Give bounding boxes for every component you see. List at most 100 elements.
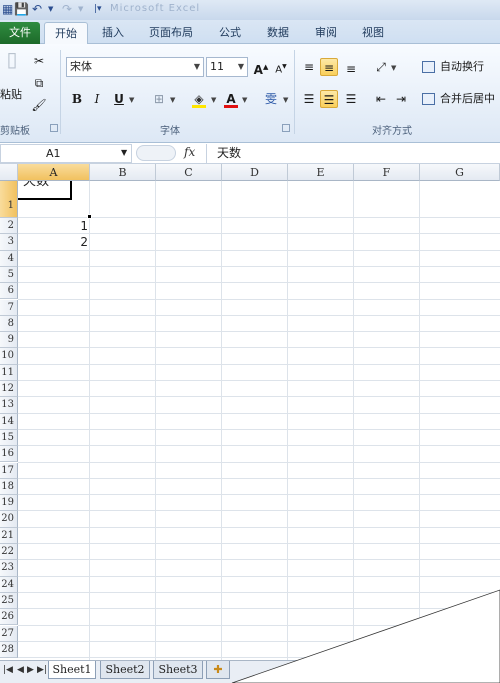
prev-sheet-icon[interactable]: ◀: [17, 665, 24, 675]
row-header[interactable]: 12: [0, 381, 18, 398]
row-header[interactable]: 7: [0, 299, 18, 316]
row-header[interactable]: 2: [0, 218, 18, 235]
row-header[interactable]: 1: [0, 181, 18, 218]
tab-review[interactable]: 审阅: [305, 24, 347, 44]
row-header[interactable]: 28: [0, 641, 18, 659]
row-header[interactable]: 27: [0, 625, 18, 642]
copy-icon[interactable]: ⧉: [30, 74, 48, 92]
fill-color-icon[interactable]: ◈: [190, 90, 208, 108]
next-sheet-icon[interactable]: ▶: [27, 665, 34, 675]
row-header[interactable]: 8: [0, 315, 18, 333]
column-header-f[interactable]: F: [354, 164, 420, 181]
underline-dropdown-icon[interactable]: ▼: [129, 96, 134, 104]
borders-icon[interactable]: ⊞: [150, 90, 168, 108]
phonetic-guide-icon[interactable]: 雯: [262, 90, 280, 108]
select-all-corner[interactable]: [0, 164, 18, 181]
borders-dropdown-icon[interactable]: ▼: [170, 96, 175, 104]
row-header[interactable]: 11: [0, 364, 18, 381]
sheet-tab-sheet1[interactable]: Sheet1: [48, 661, 96, 679]
row-header[interactable]: 25: [0, 592, 18, 610]
formula-input[interactable]: 天数: [206, 144, 500, 163]
row-header[interactable]: 3: [0, 234, 18, 251]
qat-dropdown-icon[interactable]: |▾: [94, 2, 102, 17]
sheet-tab-sheet2[interactable]: Sheet2: [100, 661, 150, 679]
align-center-icon[interactable]: ☰: [320, 90, 338, 108]
row-header[interactable]: 6: [0, 283, 18, 300]
increase-indent-icon[interactable]: ⇥: [392, 90, 410, 108]
column-header-d[interactable]: D: [222, 164, 288, 181]
cut-icon[interactable]: ✂: [30, 52, 48, 70]
row-header[interactable]: 21: [0, 527, 18, 544]
tab-formulas[interactable]: 公式: [210, 24, 250, 44]
row-header[interactable]: 16: [0, 446, 18, 463]
align-middle-icon[interactable]: ≡: [320, 58, 338, 76]
font-name-select[interactable]: 宋体 ▼: [66, 57, 204, 77]
column-header-a[interactable]: A: [18, 164, 90, 181]
insert-sheet-icon[interactable]: ✚: [206, 661, 230, 679]
row-header[interactable]: 23: [0, 560, 18, 577]
row-header[interactable]: 10: [0, 348, 18, 365]
tab-data[interactable]: 数据: [257, 24, 299, 44]
column-header-c[interactable]: C: [156, 164, 222, 181]
row-header[interactable]: 26: [0, 609, 18, 626]
undo-icon[interactable]: ↶: [32, 2, 42, 17]
column-header-g[interactable]: G: [420, 164, 500, 181]
tab-file[interactable]: 文件: [0, 22, 40, 44]
row-header[interactable]: 14: [0, 413, 18, 430]
tab-page-layout[interactable]: 页面布局: [140, 24, 202, 44]
decrease-indent-icon[interactable]: ⇤: [372, 90, 390, 108]
font-color-dropdown-icon[interactable]: ▼: [242, 96, 247, 104]
increase-font-size-button[interactable]: A▲: [252, 58, 270, 77]
cell-a3[interactable]: 2: [18, 234, 88, 250]
undo-dropdown-icon[interactable]: ▼: [48, 2, 53, 17]
save-icon[interactable]: 💾: [14, 2, 29, 17]
paste-button-label[interactable]: 粘贴: [0, 86, 22, 102]
name-box[interactable]: A1 ▼: [0, 144, 132, 163]
row-header[interactable]: 5: [0, 266, 18, 284]
redo-icon[interactable]: ↷: [62, 2, 72, 17]
row-header[interactable]: 20: [0, 511, 18, 528]
fill-color-dropdown-icon[interactable]: ▼: [211, 96, 216, 104]
bold-button[interactable]: B: [68, 90, 86, 108]
insert-function-icon[interactable]: fx: [184, 145, 195, 159]
row-header[interactable]: 9: [0, 332, 18, 349]
paste-icon[interactable]: ▯: [0, 49, 24, 86]
tab-home[interactable]: 开始: [44, 22, 88, 45]
sheet-tab-sheet3[interactable]: Sheet3: [153, 661, 203, 679]
align-right-icon[interactable]: ☰: [342, 90, 360, 108]
formula-bar-resize-handle[interactable]: [136, 145, 176, 161]
row-header[interactable]: 19: [0, 495, 18, 512]
align-left-icon[interactable]: ☰: [300, 90, 318, 108]
wrap-text-button[interactable]: 自动换行: [420, 58, 484, 76]
row-header[interactable]: 24: [0, 576, 18, 593]
column-header-e[interactable]: E: [288, 164, 354, 181]
row-header[interactable]: 18: [0, 478, 18, 496]
font-launcher-icon[interactable]: [282, 124, 290, 132]
phonetic-dropdown-icon[interactable]: ▼: [283, 96, 288, 104]
clipboard-launcher-icon[interactable]: [50, 124, 58, 132]
merge-center-button[interactable]: 合并后居中: [420, 90, 495, 108]
align-bottom-icon[interactable]: ≡: [342, 60, 360, 78]
row-header[interactable]: 22: [0, 544, 18, 561]
italic-button[interactable]: I: [88, 90, 106, 108]
tab-insert[interactable]: 插入: [94, 24, 132, 44]
align-top-icon[interactable]: ≡: [300, 58, 318, 76]
tab-view[interactable]: 视图: [352, 24, 394, 44]
decrease-font-size-button[interactable]: A▼: [272, 58, 290, 76]
worksheet-grid[interactable]: A B C D E F G 1 2 3 4 5 6 7 8 9 10 11 12 13 14 15 16 17 1…: [0, 164, 500, 660]
last-sheet-icon[interactable]: ▶|: [37, 665, 47, 675]
underline-button[interactable]: U: [110, 90, 128, 108]
chevron-down-icon[interactable]: ▼: [121, 148, 127, 157]
orientation-icon[interactable]: ⤢: [372, 58, 390, 76]
font-color-icon[interactable]: A: [222, 90, 240, 108]
first-sheet-icon[interactable]: |◀: [3, 665, 13, 675]
font-size-select[interactable]: 11 ▼: [206, 57, 248, 77]
format-painter-icon[interactable]: 🖌: [30, 96, 48, 114]
cell-a2[interactable]: 1: [18, 218, 88, 234]
column-header-b[interactable]: B: [90, 164, 156, 181]
row-header[interactable]: 13: [0, 397, 18, 414]
row-header[interactable]: 15: [0, 429, 18, 447]
row-header[interactable]: 17: [0, 462, 18, 479]
row-header[interactable]: 4: [0, 250, 18, 267]
orientation-dropdown-icon[interactable]: ▼: [391, 64, 396, 72]
